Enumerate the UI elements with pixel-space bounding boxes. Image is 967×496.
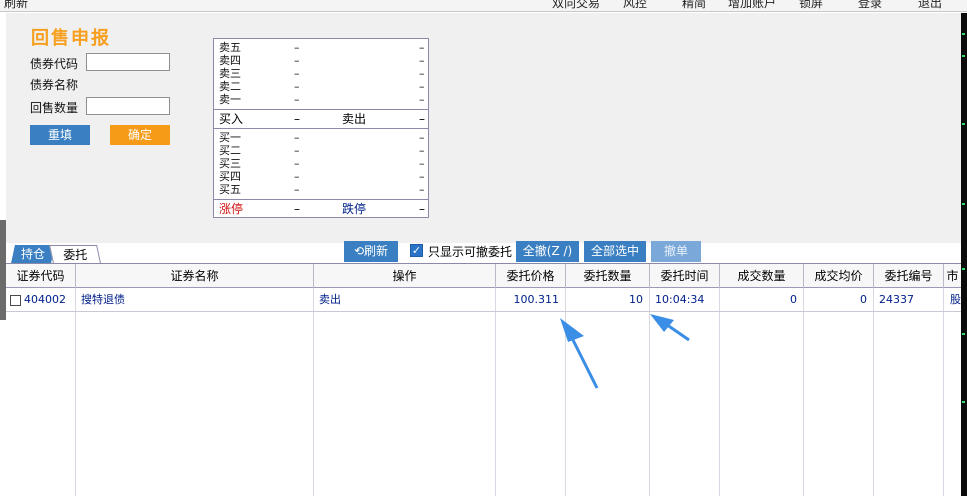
annotation-arrow-time	[650, 314, 690, 342]
annotation-arrow-price	[560, 318, 599, 389]
annotation-arrows	[560, 314, 690, 389]
